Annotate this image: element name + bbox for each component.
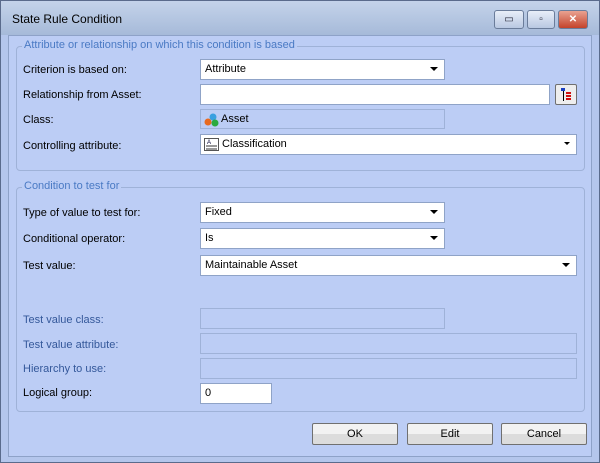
controlling-attribute-select[interactable]: A Classification xyxy=(200,134,577,155)
hierarchy-picker-icon xyxy=(561,88,571,101)
chevron-down-icon xyxy=(430,210,438,214)
maximize-button[interactable]: ▫ xyxy=(527,10,555,29)
controlling-attribute-value: Classification xyxy=(222,138,287,150)
close-icon: ✕ xyxy=(568,14,578,25)
test-value-class-field xyxy=(200,308,445,329)
class-icon xyxy=(204,113,219,127)
hierarchy-field xyxy=(200,358,577,379)
cancel-button[interactable]: Cancel xyxy=(501,423,587,445)
test-value-attribute-label: Test value attribute: xyxy=(23,339,119,351)
minimize-icon: ▭ xyxy=(504,14,514,25)
chevron-down-icon xyxy=(562,263,570,267)
test-value-select[interactable]: Maintainable Asset xyxy=(200,255,577,276)
group-title: Attribute or relationship on which this … xyxy=(22,39,297,51)
edit-button[interactable]: Edit xyxy=(407,423,493,445)
chevron-down-icon xyxy=(430,67,438,71)
criterion-value: Attribute xyxy=(205,63,246,75)
chevron-down-icon xyxy=(564,142,570,145)
logical-group-input[interactable]: 0 xyxy=(200,383,272,404)
value-type-value: Fixed xyxy=(205,206,232,218)
class-label: Class: xyxy=(23,114,54,126)
maximize-icon: ▫ xyxy=(539,14,543,25)
criterion-label: Criterion is based on: xyxy=(23,64,127,76)
logical-group-value: 0 xyxy=(205,387,212,399)
value-type-select[interactable]: Fixed xyxy=(200,202,445,223)
value-type-label: Type of value to test for: xyxy=(23,207,141,219)
dialog-window: State Rule Condition ▭ ▫ ✕ Attribute or … xyxy=(0,0,600,463)
relationship-input[interactable] xyxy=(200,84,550,105)
controlling-attribute-label: Controlling attribute: xyxy=(23,140,122,152)
chevron-down-icon xyxy=(430,236,438,240)
minimize-button[interactable]: ▭ xyxy=(494,10,524,29)
operator-select[interactable]: Is xyxy=(200,228,445,249)
test-value-label: Test value: xyxy=(23,260,76,272)
title-bar: State Rule Condition ▭ ▫ ✕ xyxy=(1,1,599,35)
relationship-label: Relationship from Asset: xyxy=(23,89,142,101)
test-value-class-label: Test value class: xyxy=(23,314,104,326)
test-value-attribute-field xyxy=(200,333,577,354)
operator-label: Conditional operator: xyxy=(23,233,126,245)
class-value: Asset xyxy=(221,113,249,125)
operator-value: Is xyxy=(205,232,214,244)
window-title: State Rule Condition xyxy=(12,12,123,26)
relationship-browse-button[interactable] xyxy=(555,84,577,105)
group-title: Condition to test for xyxy=(22,180,122,192)
criterion-select[interactable]: Attribute xyxy=(200,59,445,80)
logical-group-label: Logical group: xyxy=(23,387,93,399)
ok-button[interactable]: OK xyxy=(312,423,398,445)
svg-text:A: A xyxy=(207,140,211,146)
hierarchy-label: Hierarchy to use: xyxy=(23,363,107,375)
test-value-value: Maintainable Asset xyxy=(205,259,298,271)
class-field: Asset xyxy=(200,109,445,129)
attribute-icon: A xyxy=(204,138,219,151)
close-button[interactable]: ✕ xyxy=(558,10,588,29)
